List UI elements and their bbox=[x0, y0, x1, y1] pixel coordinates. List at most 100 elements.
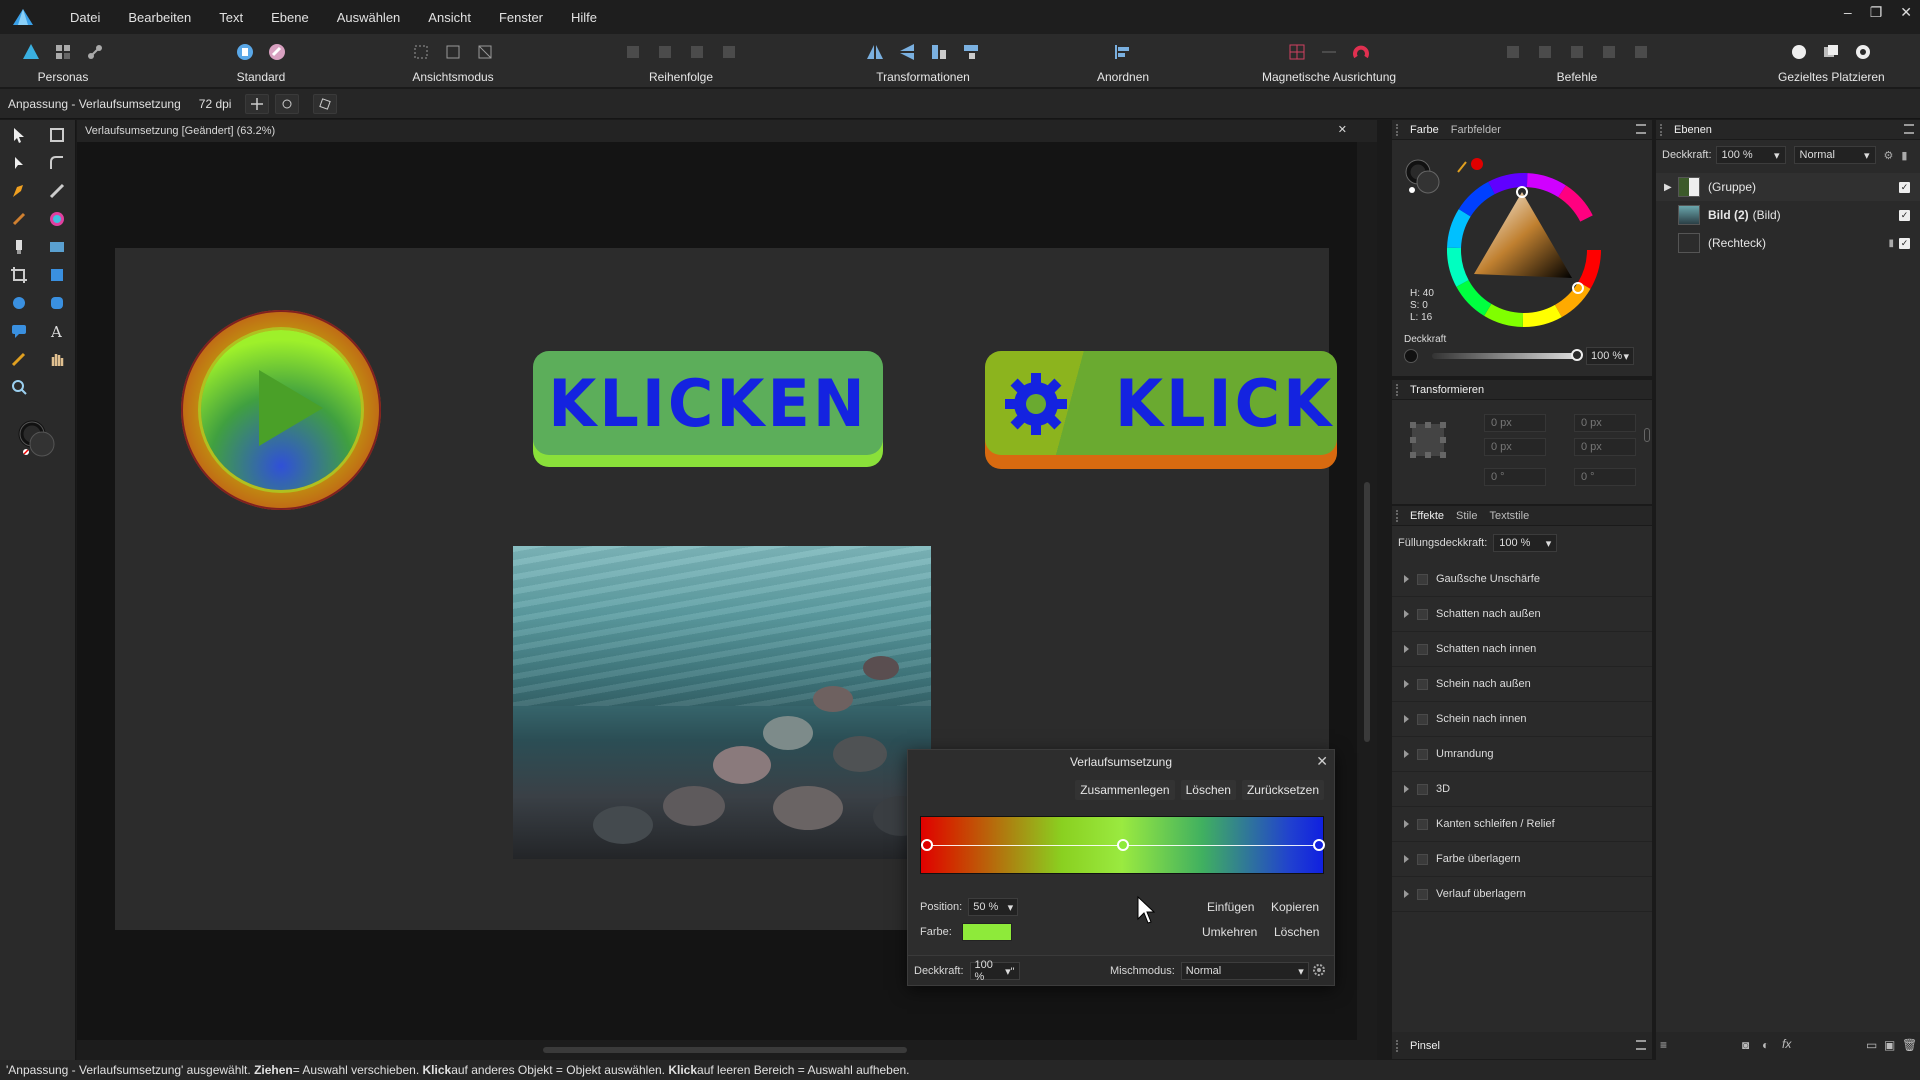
menu-datei[interactable]: Datei bbox=[56, 10, 114, 25]
tab-styles[interactable]: Stile bbox=[1450, 510, 1483, 522]
effect-checkbox[interactable] bbox=[1417, 608, 1428, 620]
panel-grip[interactable] bbox=[1660, 123, 1668, 136]
snapping-options-icon[interactable] bbox=[1316, 39, 1342, 65]
export-persona-icon[interactable] bbox=[82, 39, 108, 65]
rotate-left-icon[interactable] bbox=[926, 39, 952, 65]
add-op-icon[interactable] bbox=[1500, 39, 1526, 65]
close-window-icon[interactable]: ✕ bbox=[1900, 4, 1912, 21]
close-document-icon[interactable]: ✕ bbox=[1338, 123, 1347, 136]
node-tool-icon[interactable] bbox=[8, 152, 30, 174]
merge-button[interactable]: Zusammenlegen bbox=[1075, 780, 1175, 800]
rotate-icon[interactable] bbox=[313, 93, 338, 114]
intersect-op-icon[interactable] bbox=[1564, 39, 1590, 65]
divide-op-icon[interactable] bbox=[1628, 39, 1654, 65]
close-dialog-icon[interactable]: ✕ bbox=[1316, 753, 1328, 770]
horizontal-scrollbar[interactable] bbox=[77, 1040, 1377, 1060]
order-front-icon[interactable] bbox=[716, 39, 742, 65]
effect-checkbox[interactable] bbox=[1417, 643, 1428, 655]
new-layer-icon[interactable]: ▭ bbox=[1866, 1038, 1877, 1052]
delete-button[interactable]: Löschen bbox=[1180, 780, 1236, 800]
opacity-select[interactable]: 100 % ▾" bbox=[969, 959, 1020, 983]
magnet-icon[interactable] bbox=[1348, 39, 1374, 65]
color-wheel[interactable] bbox=[1444, 170, 1604, 330]
effect-checkbox[interactable] bbox=[1417, 888, 1428, 900]
ellipse-tool-icon[interactable] bbox=[8, 292, 30, 314]
standard-icon[interactable] bbox=[232, 39, 258, 65]
pencil-tool-icon[interactable] bbox=[46, 180, 68, 202]
effect-row[interactable]: Schatten nach außen bbox=[1392, 597, 1652, 632]
insert-inside-icon[interactable] bbox=[1850, 39, 1876, 65]
opacity-input[interactable]: 100 % ▾ bbox=[1586, 347, 1634, 365]
transparency-tool-icon[interactable] bbox=[8, 236, 30, 258]
effect-row[interactable]: Gaußsche Unschärfe bbox=[1392, 562, 1652, 597]
tab-brushes[interactable]: Pinsel bbox=[1404, 1040, 1446, 1052]
color-swatch[interactable] bbox=[961, 923, 1012, 941]
expand-arrow-icon[interactable] bbox=[1404, 820, 1409, 828]
effect-row[interactable]: Schein nach innen bbox=[1392, 702, 1652, 737]
flip-vertical-icon[interactable] bbox=[894, 39, 920, 65]
expand-arrow-icon[interactable] bbox=[1404, 680, 1409, 688]
vertical-scrollbar[interactable] bbox=[1357, 142, 1377, 1042]
document-tab[interactable]: Verlaufsumsetzung [Geändert] (63.2%) ✕ bbox=[77, 120, 1377, 142]
expand-arrow-icon[interactable] bbox=[1404, 645, 1409, 653]
effect-checkbox[interactable] bbox=[1417, 748, 1428, 760]
order-backward-icon[interactable] bbox=[652, 39, 678, 65]
gradient-bar[interactable] bbox=[920, 816, 1325, 874]
layer-visibility-checkbox[interactable]: ✓ bbox=[1899, 181, 1910, 193]
mask-icon[interactable]: ◙ bbox=[1742, 1038, 1749, 1052]
rectangle-tool-icon[interactable] bbox=[46, 264, 68, 286]
callout-tool-icon[interactable] bbox=[8, 320, 30, 342]
expand-arrow-icon[interactable] bbox=[1404, 715, 1409, 723]
pixel-persona-icon[interactable] bbox=[50, 39, 76, 65]
menu-ebene[interactable]: Ebene bbox=[257, 10, 323, 25]
menu-bearbeiten[interactable]: Bearbeiten bbox=[114, 10, 205, 25]
effect-row[interactable]: Umrandung bbox=[1392, 737, 1652, 772]
menu-hilfe[interactable]: Hilfe bbox=[557, 10, 611, 25]
color-wells-icon[interactable] bbox=[18, 420, 58, 460]
shear-field[interactable]: 0 ° bbox=[1574, 468, 1636, 486]
expand-arrow-icon[interactable]: ▶ bbox=[1664, 182, 1672, 193]
scroll-thumb[interactable] bbox=[543, 1047, 907, 1053]
restore-icon[interactable]: ❐ bbox=[1870, 4, 1883, 21]
panel-menu-icon[interactable] bbox=[1904, 124, 1914, 134]
panel-menu-icon[interactable] bbox=[1636, 1040, 1646, 1050]
expand-arrow-icon[interactable] bbox=[1404, 575, 1409, 583]
order-forward-icon[interactable] bbox=[684, 39, 710, 65]
effect-checkbox[interactable] bbox=[1417, 573, 1428, 585]
expand-arrow-icon[interactable] bbox=[1404, 750, 1409, 758]
view-mode-3-icon[interactable] bbox=[472, 39, 498, 65]
layers-opacity-select[interactable]: 100 % ▾ bbox=[1715, 146, 1786, 164]
center-icon[interactable] bbox=[275, 93, 300, 114]
artboard-tool-icon[interactable] bbox=[46, 124, 68, 146]
effect-checkbox[interactable] bbox=[1417, 853, 1428, 865]
effect-row[interactable]: Kanten schleifen / Relief bbox=[1392, 807, 1652, 842]
expand-arrow-icon[interactable] bbox=[1404, 855, 1409, 863]
fill-opacity-select[interactable]: 100 % ▾ bbox=[1493, 534, 1558, 552]
lock-icon[interactable]: ▮ bbox=[1901, 149, 1907, 162]
scroll-thumb[interactable] bbox=[1364, 482, 1370, 742]
settings-gear-icon[interactable] bbox=[1312, 963, 1326, 977]
menu-text[interactable]: Text bbox=[205, 10, 257, 25]
tab-effects[interactable]: Effekte bbox=[1404, 510, 1450, 522]
pen-tool-icon[interactable] bbox=[8, 180, 30, 202]
delete-layer-icon[interactable]: 🗑 bbox=[1902, 1038, 1917, 1052]
panel-menu-icon[interactable] bbox=[1636, 124, 1646, 134]
settings-gear-icon[interactable]: ⚙ bbox=[1884, 149, 1894, 162]
effect-checkbox[interactable] bbox=[1417, 713, 1428, 725]
view-mode-2-icon[interactable] bbox=[440, 39, 466, 65]
gradient-stop-blue[interactable] bbox=[1313, 839, 1325, 851]
y-field[interactable]: 0 px bbox=[1574, 414, 1636, 432]
expand-arrow-icon[interactable] bbox=[1404, 890, 1409, 898]
align-icon[interactable] bbox=[1110, 39, 1136, 65]
tab-layers[interactable]: Ebenen bbox=[1668, 124, 1718, 136]
panel-grip[interactable] bbox=[1396, 509, 1404, 522]
layers-stack-icon[interactable]: ≡ bbox=[1660, 1038, 1667, 1052]
klicken-gear-button-graphic[interactable]: KLICKEN bbox=[985, 351, 1337, 469]
play-button-graphic[interactable] bbox=[181, 310, 381, 510]
effect-row[interactable]: Schein nach außen bbox=[1392, 667, 1652, 702]
menu-fenster[interactable]: Fenster bbox=[485, 10, 557, 25]
layer-visibility-checkbox[interactable]: ✓ bbox=[1899, 237, 1910, 249]
effect-row[interactable]: Schatten nach innen bbox=[1392, 632, 1652, 667]
position-select[interactable]: 50 % ▾ bbox=[968, 898, 1019, 916]
zoom-tool-icon[interactable] bbox=[8, 376, 30, 398]
